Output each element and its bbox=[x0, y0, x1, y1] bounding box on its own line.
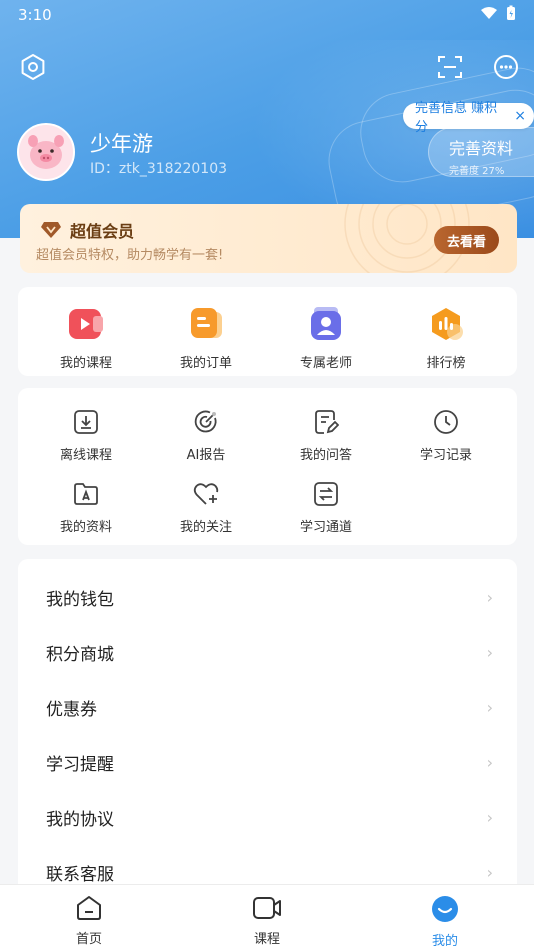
vip-banner[interactable]: 超值会员 超值会员特权，助力畅学有一套! 去看看 bbox=[20, 204, 517, 273]
menu-item-points-mall[interactable]: 积分商城 › bbox=[18, 625, 517, 680]
username: 少年游 bbox=[90, 132, 153, 156]
teacher-icon bbox=[306, 304, 346, 344]
exchange-icon bbox=[312, 480, 340, 508]
battery-icon bbox=[506, 5, 516, 25]
target-report-icon bbox=[192, 408, 220, 436]
quick-action-exclusive-teacher[interactable]: 专属老师 bbox=[264, 304, 388, 371]
quick-action-label: 排行榜 bbox=[426, 356, 466, 371]
quick-actions-card: 我的课程 我的订单 专属老师 排行榜 bbox=[18, 287, 517, 376]
vip-view-button[interactable]: 去看看 bbox=[434, 226, 499, 254]
home-icon bbox=[75, 895, 103, 925]
menu-item-coupons[interactable]: 优惠券 › bbox=[18, 680, 517, 735]
status-bar: 3:10 bbox=[0, 0, 534, 30]
tool-ai-report[interactable]: AI报告 bbox=[144, 408, 268, 463]
status-time: 3:10 bbox=[18, 6, 52, 24]
chevron-right-icon: › bbox=[486, 753, 493, 772]
complete-info-tip-text: 完善信息 赚积分 bbox=[415, 101, 498, 135]
close-icon[interactable]: × bbox=[514, 108, 526, 124]
wifi-icon bbox=[480, 6, 498, 24]
tool-label: AI报告 bbox=[186, 448, 226, 463]
tools-card: 离线课程 AI报告 我的问答 学习记录 我的资料 我的关注 学习通道 bbox=[18, 388, 517, 545]
quick-action-ranking[interactable]: 排行榜 bbox=[384, 304, 508, 371]
profile-smile-icon bbox=[431, 895, 459, 927]
menu-item-label: 优惠券 bbox=[46, 700, 97, 720]
tab-label: 课程 bbox=[253, 932, 280, 947]
bottom-tab-bar: 首页 课程 我的 bbox=[0, 884, 534, 950]
vip-title-row: 超值会员 bbox=[40, 218, 134, 242]
tool-offline-courses[interactable]: 离线课程 bbox=[24, 408, 148, 463]
chevron-right-icon: › bbox=[486, 643, 493, 662]
tool-my-materials[interactable]: 我的资料 bbox=[24, 480, 148, 535]
tab-mine[interactable]: 我的 bbox=[356, 885, 534, 950]
menu-item-label: 积分商城 bbox=[46, 645, 114, 665]
vip-title: 超值会员 bbox=[70, 222, 135, 241]
message-icon[interactable] bbox=[491, 52, 521, 82]
tab-label: 我的 bbox=[431, 934, 458, 949]
video-play-icon bbox=[66, 304, 106, 344]
quick-action-my-orders[interactable]: 我的订单 bbox=[144, 304, 268, 371]
quick-action-label: 我的订单 bbox=[179, 356, 232, 371]
tool-label: 学习通道 bbox=[299, 520, 352, 535]
tool-label: 我的问答 bbox=[299, 448, 352, 463]
order-list-icon bbox=[186, 304, 226, 344]
tool-label: 我的关注 bbox=[179, 520, 232, 535]
menu-item-label: 我的钱包 bbox=[46, 590, 114, 610]
user-id: ID：ztk_318220103 bbox=[90, 161, 228, 177]
settings-menu: 我的钱包 › 积分商城 › 优惠券 › 学习提醒 › 我的协议 › 联系客服 › bbox=[18, 559, 517, 899]
tool-my-follows[interactable]: 我的关注 bbox=[144, 480, 268, 535]
diamond-icon bbox=[41, 222, 61, 238]
menu-item-label: 我的协议 bbox=[46, 810, 114, 830]
menu-item-study-reminder[interactable]: 学习提醒 › bbox=[18, 735, 517, 790]
menu-item-agreements[interactable]: 我的协议 › bbox=[18, 790, 517, 845]
tool-study-records[interactable]: 学习记录 bbox=[384, 408, 508, 463]
complete-profile-title: 完善资料 bbox=[449, 139, 514, 158]
pig-avatar-icon bbox=[19, 125, 73, 179]
avatar[interactable] bbox=[17, 123, 75, 181]
tool-label: 我的资料 bbox=[59, 520, 112, 535]
folder-pdf-icon bbox=[72, 480, 100, 508]
quick-action-label: 我的课程 bbox=[59, 356, 112, 371]
quick-action-label: 专属老师 bbox=[299, 356, 352, 371]
video-camera-icon bbox=[252, 895, 282, 925]
quick-action-my-courses[interactable]: 我的课程 bbox=[24, 304, 148, 371]
chevron-right-icon: › bbox=[486, 698, 493, 717]
tool-label: 学习记录 bbox=[419, 448, 472, 463]
tab-courses[interactable]: 课程 bbox=[178, 885, 356, 950]
clock-icon bbox=[432, 408, 460, 436]
vip-description: 超值会员特权，助力畅学有一套! bbox=[36, 248, 224, 263]
download-box-icon bbox=[72, 408, 100, 436]
menu-item-label: 联系客服 bbox=[46, 865, 114, 885]
heart-plus-icon bbox=[192, 480, 220, 508]
tab-label: 首页 bbox=[75, 932, 102, 947]
tool-my-qa[interactable]: 我的问答 bbox=[264, 408, 388, 463]
chevron-right-icon: › bbox=[486, 808, 493, 827]
tab-home[interactable]: 首页 bbox=[0, 885, 178, 950]
complete-progress: 完善度 27% bbox=[449, 166, 505, 177]
tool-label: 离线课程 bbox=[59, 448, 112, 463]
chevron-right-icon: › bbox=[486, 588, 493, 607]
settings-icon[interactable] bbox=[18, 52, 48, 82]
complete-info-tip[interactable]: 完善信息 赚积分 × bbox=[403, 101, 534, 135]
ranking-chart-icon bbox=[426, 304, 466, 344]
qa-edit-icon bbox=[312, 408, 340, 436]
scan-icon[interactable] bbox=[435, 52, 465, 82]
menu-item-label: 学习提醒 bbox=[46, 755, 114, 775]
tool-study-channel[interactable]: 学习通道 bbox=[264, 480, 388, 535]
menu-item-wallet[interactable]: 我的钱包 › bbox=[18, 570, 517, 625]
chevron-right-icon: › bbox=[486, 863, 493, 882]
